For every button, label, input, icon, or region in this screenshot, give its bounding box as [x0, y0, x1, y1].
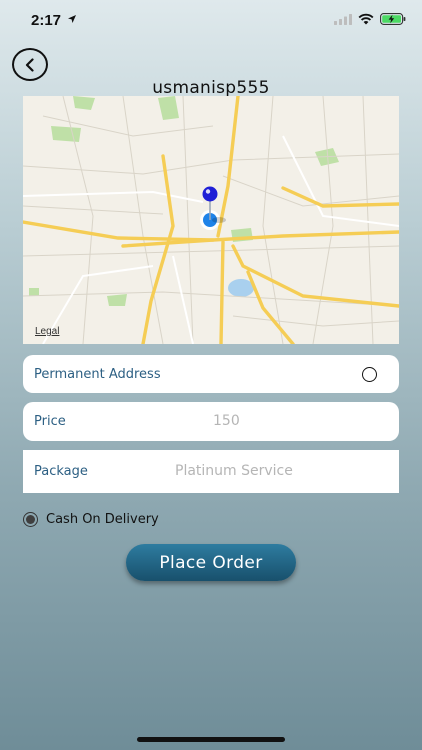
- battery-charging-icon: [380, 13, 406, 25]
- permanent-address-label: Permanent Address: [34, 367, 161, 382]
- status-time: 2:17: [31, 12, 62, 29]
- package-field[interactable]: Package Platinum Service: [23, 450, 399, 493]
- back-button[interactable]: [12, 48, 48, 81]
- permanent-address-field[interactable]: Permanent Address: [23, 355, 399, 393]
- price-field[interactable]: Price 150: [23, 402, 399, 441]
- map-tiles: [23, 96, 399, 344]
- radio-circle-icon[interactable]: [362, 367, 377, 382]
- cash-on-delivery-label: Cash On Delivery: [46, 512, 159, 527]
- price-value[interactable]: 150: [213, 413, 240, 429]
- signal-icon: [334, 13, 352, 25]
- wifi-icon: [358, 13, 374, 25]
- map-legal-link[interactable]: Legal: [35, 326, 59, 337]
- package-value[interactable]: Platinum Service: [175, 463, 293, 479]
- page-title: usmanisp555: [152, 78, 270, 98]
- map-pin: [202, 186, 218, 202]
- chevron-left-icon: [25, 57, 34, 72]
- package-label: Package: [34, 464, 88, 479]
- radio-selected-icon[interactable]: [23, 512, 38, 527]
- cash-on-delivery-option[interactable]: Cash On Delivery: [23, 512, 159, 527]
- place-order-button[interactable]: Place Order: [126, 544, 296, 581]
- status-icons: [334, 13, 406, 25]
- price-label: Price: [34, 414, 66, 429]
- map-view[interactable]: Legal: [23, 96, 399, 344]
- home-indicator: [137, 737, 285, 742]
- status-bar: 2:17: [0, 0, 422, 44]
- radio-dot: [26, 515, 35, 524]
- location-arrow-icon: [68, 15, 76, 23]
